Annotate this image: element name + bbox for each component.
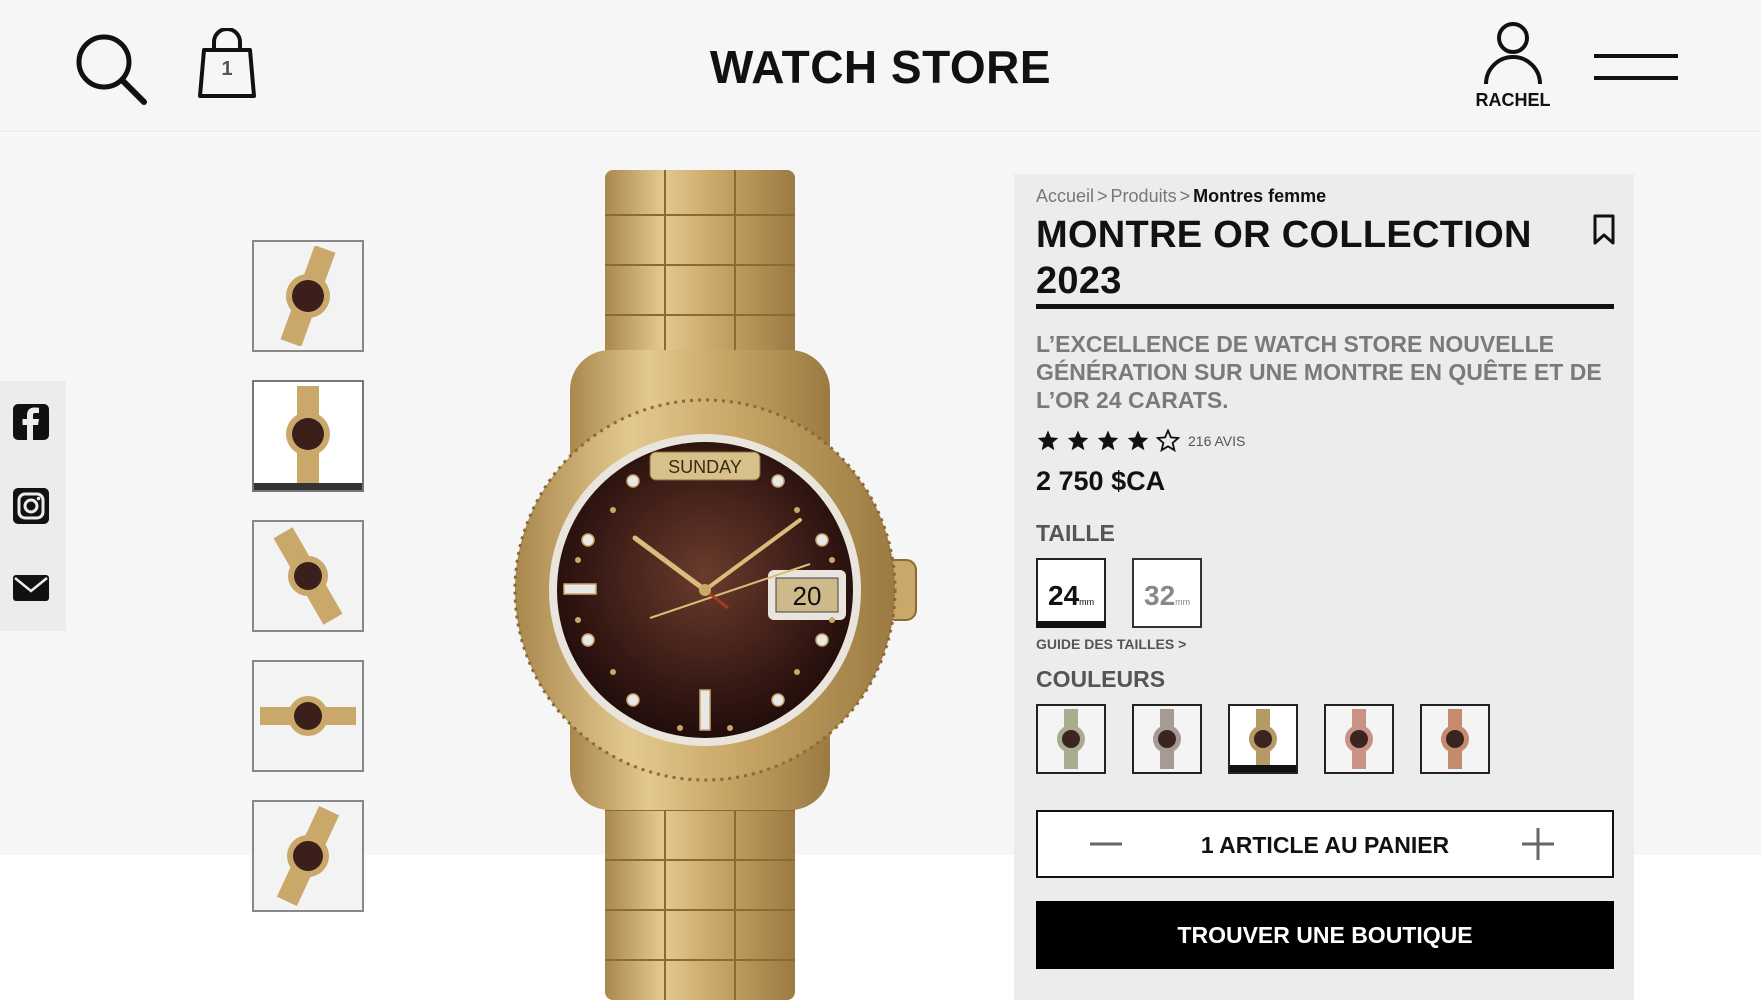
star-filled-icon xyxy=(1097,430,1119,451)
facebook-icon xyxy=(13,404,49,440)
dial-date: 20 xyxy=(793,581,822,611)
reviews-link[interactable]: 216 AVIS xyxy=(1188,433,1245,449)
star-filled-icon xyxy=(1037,430,1059,451)
mail-icon xyxy=(13,575,49,601)
breadcrumb-current: Montres femme xyxy=(1193,186,1327,206)
watch-color-preview xyxy=(1441,709,1469,769)
social-rail xyxy=(0,381,66,631)
watch-thumbnail-image xyxy=(273,527,343,625)
size-heading: TAILLE xyxy=(1036,520,1115,546)
thumbnail-3[interactable] xyxy=(252,520,364,632)
watch-thumbnail-image xyxy=(276,806,340,906)
star-filled-icon xyxy=(1067,430,1089,451)
watch-color-preview xyxy=(1057,709,1085,769)
increase-quantity-button[interactable] xyxy=(1520,826,1556,862)
rating: 216 AVIS xyxy=(1036,428,1245,454)
product-title: MONTRE OR COLLECTION 2023 xyxy=(1036,214,1532,302)
size-guide-link[interactable]: GUIDE DES TAILLES > xyxy=(1036,636,1186,652)
thumbnail-5[interactable] xyxy=(252,800,364,912)
watch-color-preview xyxy=(1345,709,1373,769)
thumbnail-1[interactable] xyxy=(252,240,364,352)
site-header: 1 WATCH STORE RACHEL xyxy=(0,0,1761,132)
facebook-link[interactable] xyxy=(12,403,50,441)
star-empty-icon xyxy=(1156,429,1180,453)
email-link[interactable] xyxy=(12,569,50,607)
size-option-24[interactable]: 24mm xyxy=(1036,558,1106,628)
search-button[interactable] xyxy=(74,32,148,106)
size-value: 32mm xyxy=(1144,580,1191,611)
rating-stars xyxy=(1036,429,1186,453)
product-description: L’EXCELLENCE DE WATCH STORE NOUVELLE GÉN… xyxy=(1036,331,1602,413)
instagram-link[interactable] xyxy=(12,487,50,525)
color-swatch-5[interactable] xyxy=(1420,704,1490,774)
watch-color-preview xyxy=(1153,709,1181,769)
breadcrumb-products[interactable]: Produits xyxy=(1111,186,1177,206)
watch-color-preview xyxy=(1249,709,1277,769)
find-store-button[interactable]: TROUVER UNE BOUTIQUE xyxy=(1036,901,1614,969)
color-swatch-1[interactable] xyxy=(1036,704,1106,774)
watch-thumbnail-image xyxy=(286,386,330,486)
thumbnail-4[interactable] xyxy=(252,660,364,772)
thumbnail-2[interactable] xyxy=(252,380,364,492)
breadcrumb-separator: > xyxy=(1097,186,1108,206)
hamburger-menu-icon xyxy=(1594,54,1678,80)
search-icon xyxy=(76,34,147,105)
color-swatch-4[interactable] xyxy=(1324,704,1394,774)
size-value: 24mm xyxy=(1048,580,1095,611)
bookmark-icon xyxy=(1593,214,1615,245)
cart-count-badge: 1 xyxy=(221,58,233,80)
plus-icon xyxy=(1522,828,1554,860)
watch-thumbnail-image xyxy=(260,696,356,736)
color-swatch-3[interactable] xyxy=(1228,704,1298,774)
title-divider xyxy=(1036,304,1614,309)
product-panel: Accueil > Produits > Montres femme MONTRE OR… xyxy=(1014,174,1634,1000)
product-price: 2 750 $CA xyxy=(1036,466,1166,496)
breadcrumb-home[interactable]: Accueil xyxy=(1036,186,1094,206)
account-button[interactable]: RACHEL xyxy=(1468,22,1558,114)
menu-button[interactable] xyxy=(1592,52,1680,84)
user-icon xyxy=(1484,22,1542,85)
product-main-image: SUNDAY 20 xyxy=(513,170,917,1000)
color-swatch-2[interactable] xyxy=(1132,704,1202,774)
dial-day: SUNDAY xyxy=(668,457,742,477)
cart-quantity-control: 1 ARTICLE AU PANIER xyxy=(1036,810,1614,878)
colors-heading: COULEURS xyxy=(1036,666,1166,692)
breadcrumb-separator: > xyxy=(1179,186,1191,206)
account-name: RACHEL xyxy=(1475,90,1551,110)
breadcrumb: Accueil > Produits > Montres femme xyxy=(1036,186,1326,207)
bookmark-button[interactable] xyxy=(1592,214,1616,246)
size-option-32[interactable]: 32mm xyxy=(1132,558,1202,628)
cart-button[interactable]: 1 xyxy=(196,27,258,100)
star-filled-icon xyxy=(1127,430,1149,451)
watch-thumbnail-image xyxy=(280,246,336,346)
instagram-icon xyxy=(13,488,49,524)
